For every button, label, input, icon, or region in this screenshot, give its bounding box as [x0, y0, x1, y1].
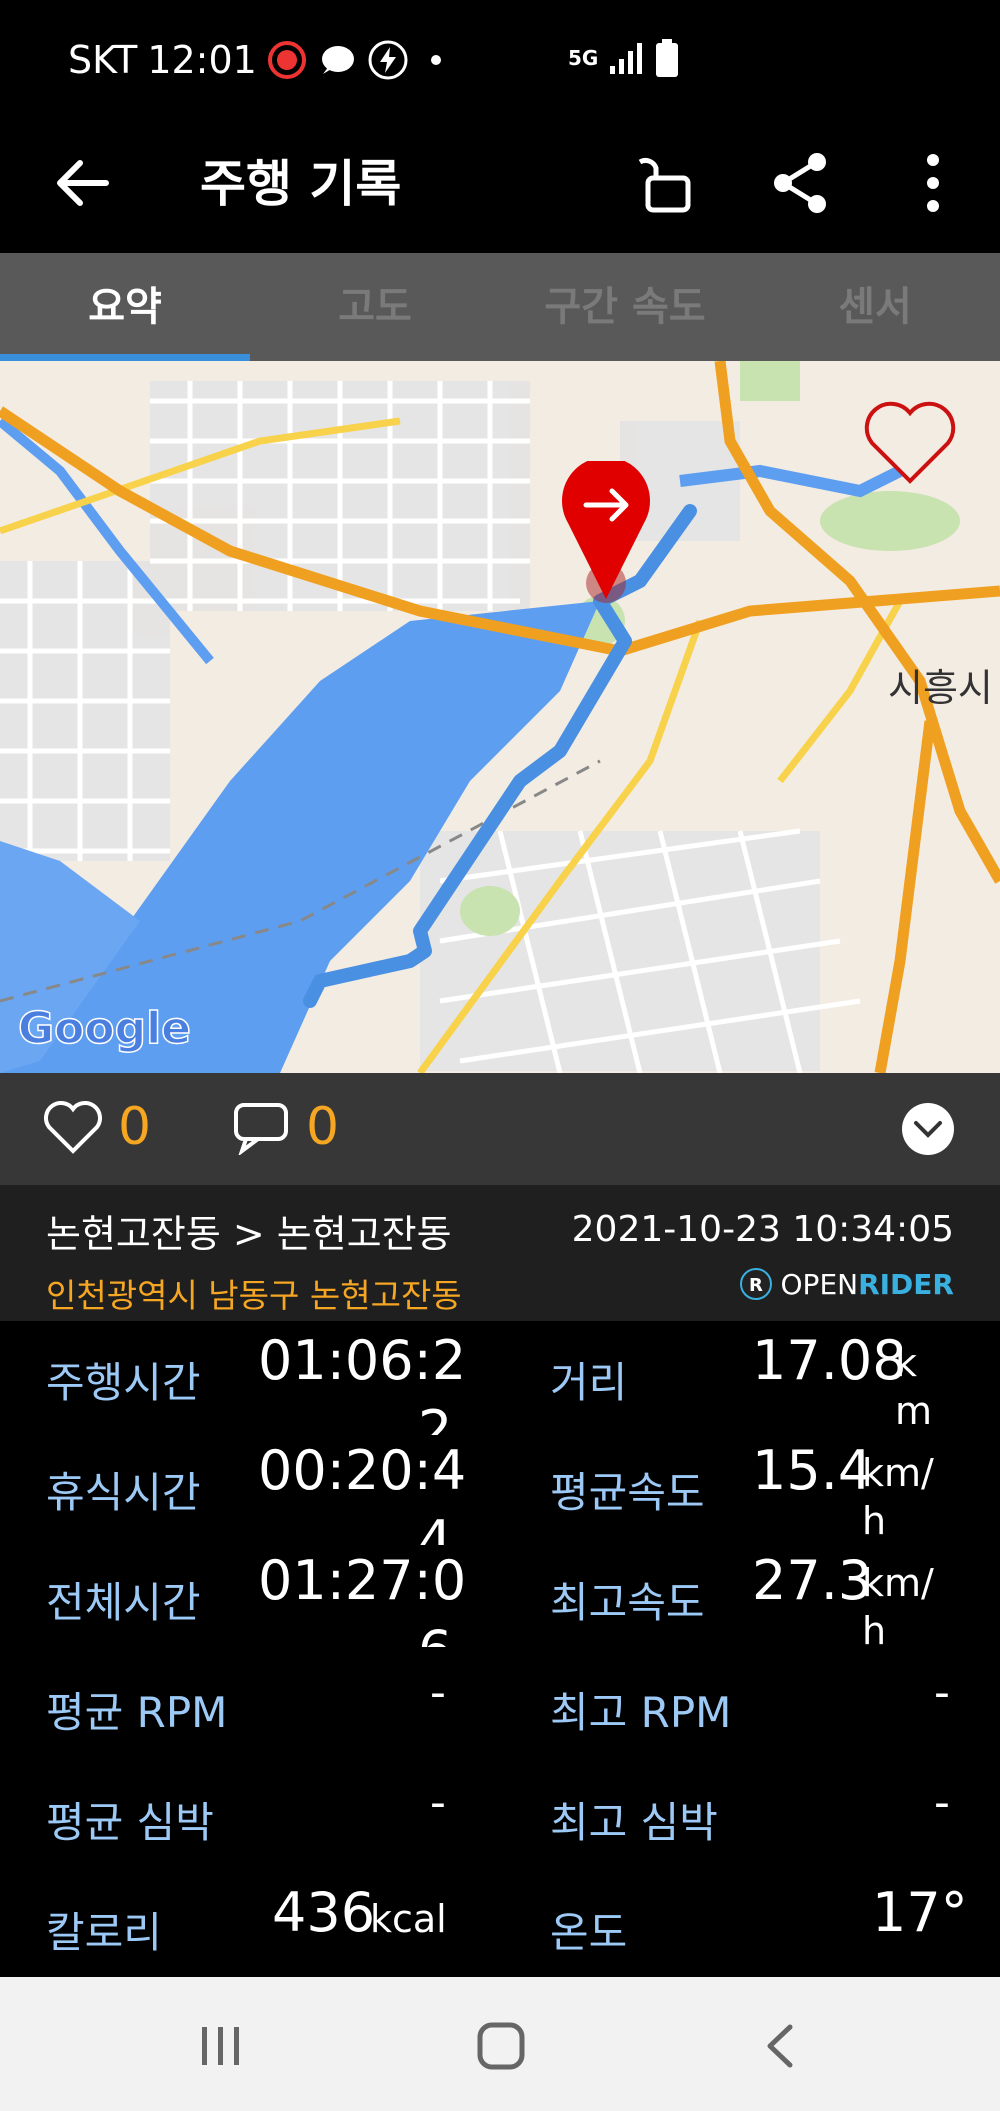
- temperature-label: 온도: [550, 1908, 628, 1957]
- distance-unit-wrap: m: [895, 1389, 933, 1433]
- brand-rider: RIDER: [858, 1267, 954, 1301]
- max-speed-value: 27.3: [752, 1549, 873, 1612]
- avg-rpm-label: 평균 RPM: [46, 1688, 228, 1737]
- calories-label: 칼로리: [46, 1908, 162, 1957]
- total-time-overflow: 6: [258, 1625, 448, 1647]
- home-icon[interactable]: [474, 2019, 528, 2073]
- tab-bar: 요약 고도 구간 속도 센서: [0, 253, 1000, 361]
- svg-text:R: R: [749, 1275, 763, 1296]
- route-address: 인천광역시 남동구 논현고잔동: [46, 1276, 462, 1315]
- avg-heart-rate-value: -: [430, 1777, 446, 1828]
- ride-datetime: 2021-10-23 10:34:05: [571, 1209, 954, 1250]
- app-bar: 주행 기록: [0, 118, 1000, 253]
- rest-time-label: 휴식시간: [46, 1468, 201, 1517]
- status-left: SKT 12:01: [68, 38, 441, 82]
- page-title: 주행 기록: [200, 155, 402, 213]
- record-icon: [267, 41, 306, 79]
- comment-icon[interactable]: [232, 1101, 290, 1155]
- google-attribution: Google: [18, 1003, 191, 1054]
- battery-icon: [656, 39, 679, 77]
- route-places: 논현고잔동 > 논현고잔동: [46, 1212, 452, 1256]
- ride-time-value: 01:06:2: [258, 1329, 467, 1392]
- signal-icon: [610, 43, 643, 74]
- system-back-icon[interactable]: [756, 2021, 806, 2071]
- tab-segment-speed[interactable]: 구간 속도: [500, 253, 750, 361]
- avg-speed-label: 평균속도: [550, 1468, 705, 1517]
- tab-elevation[interactable]: 고도: [250, 253, 500, 361]
- more-options-icon[interactable]: [898, 148, 968, 218]
- comment-count: 0: [306, 1097, 340, 1157]
- chat-bubble-icon: [321, 46, 354, 74]
- like-count: 0: [118, 1097, 152, 1157]
- social-bar: 0 0: [0, 1073, 1000, 1185]
- rest-time-overflow: 4: [258, 1515, 448, 1545]
- avg-speed-unit-wrap: h: [862, 1499, 887, 1543]
- route-info: 논현고잔동 > 논현고잔동 2021-10-23 10:34:05 인천광역시 …: [0, 1185, 1000, 1321]
- calories-value: 436: [272, 1881, 376, 1944]
- expand-chevron-icon[interactable]: [900, 1101, 956, 1157]
- total-time-value: 01:27:0: [258, 1549, 467, 1612]
- max-speed-unit-wrap: h: [862, 1609, 887, 1649]
- start-marker-icon[interactable]: [558, 461, 654, 603]
- unlock-icon[interactable]: [632, 148, 702, 218]
- ride-time-overflow: 2: [258, 1405, 448, 1435]
- total-time-value-wrap: 6: [418, 1625, 448, 1647]
- distance-unit: k: [895, 1341, 918, 1385]
- avg-speed-unit-overflow: h: [862, 1499, 952, 1543]
- network-type: 5G: [568, 46, 599, 70]
- status-bar: SKT 12:01 5G: [0, 0, 1000, 118]
- tab-indicator: [0, 354, 250, 361]
- max-speed-unit: km/: [862, 1561, 934, 1605]
- tab-sensor[interactable]: 센서: [750, 253, 1000, 361]
- avg-rpm-value: -: [430, 1667, 446, 1718]
- distance-value: 17.08: [752, 1329, 907, 1392]
- map-canvas: 시흥시 Google: [0, 361, 1000, 1073]
- temperature-value: 17°: [872, 1881, 968, 1944]
- rest-time-value: 00:20:4: [258, 1439, 467, 1502]
- max-heart-rate-value: -: [934, 1777, 950, 1828]
- avg-speed-value: 15.4: [752, 1439, 873, 1502]
- share-icon[interactable]: [765, 148, 835, 218]
- max-rpm-label: 최고 RPM: [550, 1688, 732, 1737]
- favorite-heart-icon[interactable]: [862, 401, 958, 487]
- ride-stats: 주행시간 01:06:2 2 거리 17.08 k m 휴식시간 00:20:4…: [0, 1321, 1000, 1977]
- calories-unit: kcal: [370, 1897, 447, 1941]
- ride-time-label: 주행시간: [46, 1358, 201, 1407]
- distance-unit-overflow: m: [895, 1389, 955, 1433]
- distance-label: 거리: [550, 1358, 628, 1407]
- back-arrow-icon[interactable]: [48, 148, 118, 218]
- carrier-label: SKT: [68, 38, 138, 82]
- openrider-logo: R OPEN RIDER: [739, 1267, 954, 1301]
- ride-time-value-wrap: 2: [418, 1405, 448, 1435]
- max-heart-rate-label: 최고 심박: [550, 1798, 718, 1847]
- avg-speed-unit: km/: [862, 1451, 934, 1495]
- route-map[interactable]: 시흥시 Google: [0, 361, 1000, 1073]
- system-nav-bar: [0, 1977, 1000, 2111]
- rest-time-value-wrap: 4: [418, 1515, 448, 1545]
- brand-open: OPEN: [780, 1267, 859, 1301]
- city-label: 시흥시: [888, 666, 993, 710]
- avg-heart-rate-label: 평균 심박: [46, 1798, 214, 1847]
- openrider-logo-icon: R: [739, 1268, 772, 1300]
- status-right: 5G: [568, 38, 680, 78]
- total-time-label: 전체시간: [46, 1578, 201, 1627]
- tab-summary[interactable]: 요약: [0, 253, 250, 361]
- max-rpm-value: -: [934, 1667, 950, 1718]
- max-speed-label: 최고속도: [550, 1578, 705, 1627]
- recent-apps-icon[interactable]: [196, 2021, 246, 2071]
- max-speed-unit-overflow: h: [862, 1609, 952, 1649]
- power-saving-icon: [368, 40, 408, 80]
- clock: 12:01: [147, 38, 257, 82]
- like-heart-icon[interactable]: [44, 1101, 102, 1155]
- dot-icon: [430, 55, 441, 65]
